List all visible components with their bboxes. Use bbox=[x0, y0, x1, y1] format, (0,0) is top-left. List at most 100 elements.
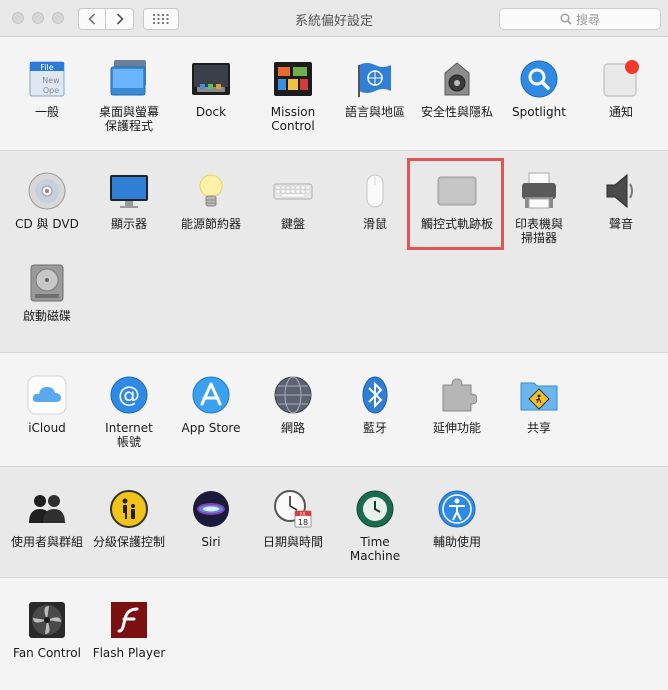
spotlight-icon bbox=[519, 59, 559, 99]
pref-label: Internet 帳號 bbox=[105, 421, 153, 449]
pref-language-region[interactable]: 語言與地區 bbox=[334, 59, 416, 119]
date-time-icon: JUL 18 bbox=[273, 489, 313, 529]
pref-label: 分級保護控制 bbox=[92, 535, 165, 549]
sharing-icon bbox=[519, 375, 559, 415]
pref-internet-accounts[interactable]: @ Internet 帳號 bbox=[88, 375, 170, 449]
pref-date-time[interactable]: JUL 18 日期與時間 bbox=[252, 489, 334, 549]
desktop-screensaver-icon bbox=[109, 59, 149, 99]
pref-sound[interactable]: 聲音 bbox=[580, 171, 662, 231]
pref-siri[interactable]: Siri bbox=[170, 489, 252, 549]
pref-security-privacy[interactable]: 安全性與隱私 bbox=[416, 59, 498, 119]
notifications-icon bbox=[601, 59, 641, 99]
bluetooth-icon bbox=[355, 375, 395, 415]
security-privacy-icon bbox=[437, 59, 477, 99]
search-field[interactable]: 搜尋 bbox=[499, 8, 661, 30]
pref-label: 延伸功能 bbox=[432, 421, 481, 435]
pref-startup-disk[interactable]: 啟動磁碟 bbox=[6, 263, 88, 323]
svg-text:@: @ bbox=[118, 383, 140, 408]
sound-icon bbox=[601, 171, 641, 211]
calendar-month-text: JUL bbox=[299, 512, 307, 517]
close-window-button[interactable] bbox=[12, 12, 24, 24]
app-store-icon bbox=[191, 375, 231, 415]
pref-app-store[interactable]: App Store bbox=[170, 375, 252, 435]
pref-mouse[interactable]: 滑鼠 bbox=[334, 171, 416, 231]
pref-time-machine[interactable]: Time Machine bbox=[334, 489, 416, 563]
search-icon bbox=[560, 13, 572, 25]
pref-label: 使用者與群組 bbox=[10, 535, 83, 549]
section-system: 使用者與群組 分級保護控制 Siri JUL 18 日期與時間 Time Mac… bbox=[0, 467, 668, 578]
pref-label: 語言與地區 bbox=[344, 105, 405, 119]
pref-sharing[interactable]: 共享 bbox=[498, 375, 580, 435]
pref-label: Spotlight bbox=[512, 105, 566, 119]
users-groups-icon bbox=[27, 489, 67, 529]
display-icon bbox=[109, 171, 149, 211]
system-preferences-window: 系統偏好設定 搜尋 File New Ope 一般 桌面與螢幕 保護程式 Doc… bbox=[0, 0, 668, 690]
printer-scanner-icon bbox=[519, 171, 559, 211]
pref-keyboard[interactable]: 鍵盤 bbox=[252, 171, 334, 231]
pref-label: 桌面與螢幕 保護程式 bbox=[98, 105, 159, 133]
section-internet-wireless: iCloud @ Internet 帳號 App Store 網路 藍牙 延伸功… bbox=[0, 353, 668, 467]
pref-network[interactable]: 網路 bbox=[252, 375, 334, 435]
pref-dock[interactable]: Dock bbox=[170, 59, 252, 119]
pref-bluetooth[interactable]: 藍牙 bbox=[334, 375, 416, 435]
extensions-icon bbox=[437, 375, 477, 415]
pref-users-groups[interactable]: 使用者與群組 bbox=[6, 489, 88, 549]
pref-mission-control[interactable]: Mission Control bbox=[252, 59, 334, 133]
fan-control-icon bbox=[27, 600, 67, 640]
pref-label: 藍牙 bbox=[362, 421, 387, 435]
pref-accessibility[interactable]: 輔助使用 bbox=[416, 489, 498, 549]
zoom-window-button[interactable] bbox=[52, 12, 64, 24]
pref-label: App Store bbox=[181, 421, 241, 435]
pref-energy-saver[interactable]: 能源節約器 bbox=[170, 171, 252, 231]
section-hardware: CD 與 DVD 顯示器 能源節約器 鍵盤 滑鼠 觸控式軌跡板 印表機與 掃描器… bbox=[0, 151, 668, 353]
pref-label: 聲音 bbox=[608, 217, 633, 231]
section-other: Fan Control Flash Player bbox=[0, 578, 668, 690]
pref-label: 鍵盤 bbox=[280, 217, 305, 231]
chevron-right-icon bbox=[116, 13, 124, 25]
dock-icon bbox=[191, 59, 231, 99]
forward-button[interactable] bbox=[105, 8, 134, 30]
pref-cd-dvd[interactable]: CD 與 DVD bbox=[6, 171, 88, 231]
language-region-icon bbox=[355, 59, 395, 99]
keyboard-icon bbox=[273, 171, 313, 211]
pref-label: 輔助使用 bbox=[432, 535, 481, 549]
pref-label: CD 與 DVD bbox=[15, 217, 79, 231]
pref-label: 日期與時間 bbox=[262, 535, 323, 549]
chevron-left-icon bbox=[88, 13, 96, 25]
pref-extensions[interactable]: 延伸功能 bbox=[416, 375, 498, 435]
energy-saver-icon bbox=[191, 171, 231, 211]
pref-label: iCloud bbox=[28, 421, 66, 435]
grid-icon bbox=[153, 14, 169, 24]
pref-notifications[interactable]: 通知 bbox=[580, 59, 662, 119]
pref-label: 共享 bbox=[526, 421, 551, 435]
internet-accounts-icon: @ bbox=[109, 375, 149, 415]
pref-label: 安全性與隱私 bbox=[420, 105, 493, 119]
pref-spotlight[interactable]: Spotlight bbox=[498, 59, 580, 119]
pref-icloud[interactable]: iCloud bbox=[6, 375, 88, 435]
pref-label: 顯示器 bbox=[110, 217, 147, 231]
general-icon-open-text: Ope bbox=[43, 86, 59, 95]
pref-label: 能源節約器 bbox=[180, 217, 241, 231]
pref-general[interactable]: File New Ope 一般 bbox=[6, 59, 88, 119]
pref-display[interactable]: 顯示器 bbox=[88, 171, 170, 231]
mission-control-icon bbox=[273, 59, 313, 99]
mouse-icon bbox=[355, 171, 395, 211]
pref-desktop-screensaver[interactable]: 桌面與螢幕 保護程式 bbox=[88, 59, 170, 133]
pref-fan-control[interactable]: Fan Control bbox=[6, 600, 88, 660]
pref-parental-controls[interactable]: 分級保護控制 bbox=[88, 489, 170, 549]
accessibility-icon bbox=[437, 489, 477, 529]
show-all-button[interactable] bbox=[143, 8, 179, 30]
general-icon-new-text: New bbox=[42, 76, 60, 85]
back-button[interactable] bbox=[78, 8, 106, 30]
parental-controls-icon bbox=[109, 489, 149, 529]
minimize-window-button[interactable] bbox=[32, 12, 44, 24]
pref-flash-player[interactable]: Flash Player bbox=[88, 600, 170, 660]
trackpad-highlight-box bbox=[407, 158, 504, 250]
pref-label: Dock bbox=[195, 105, 227, 119]
pref-label: Mission Control bbox=[270, 105, 316, 133]
pref-label: Time Machine bbox=[349, 535, 401, 563]
general-icon-file-text: File bbox=[40, 63, 53, 72]
network-icon bbox=[273, 375, 313, 415]
pref-printers-scanners[interactable]: 印表機與 掃描器 bbox=[498, 171, 580, 245]
pref-label: Fan Control bbox=[13, 646, 81, 660]
